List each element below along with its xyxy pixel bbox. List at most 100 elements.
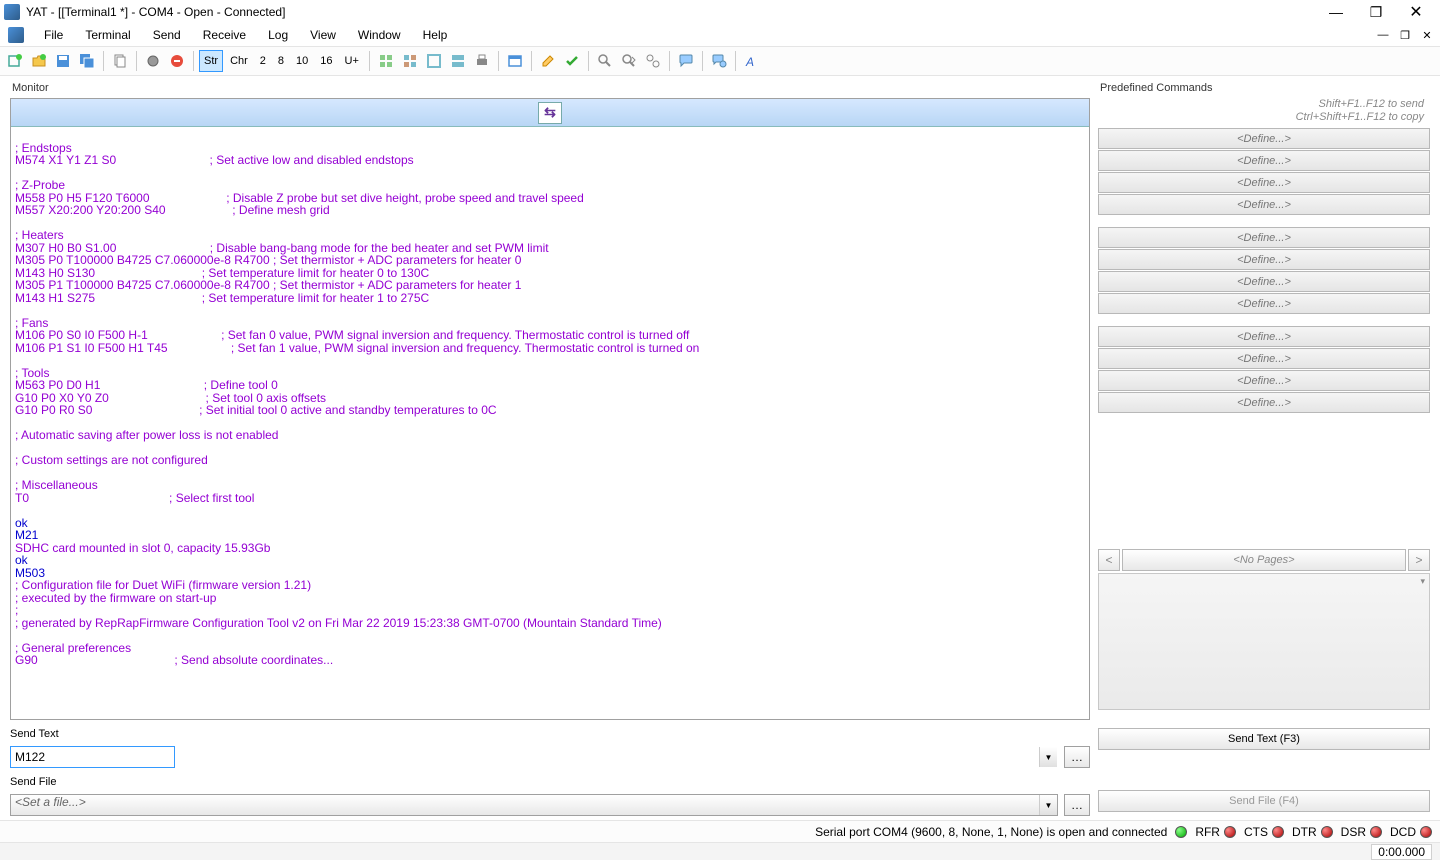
menu-help[interactable]: Help: [413, 26, 458, 44]
define-list: <Define...> <Define...> <Define...> <Def…: [1098, 128, 1430, 413]
led-red-icon: [1272, 826, 1284, 838]
record-icon[interactable]: [142, 50, 164, 72]
pager-next-button[interactable]: >: [1408, 549, 1430, 571]
check-icon[interactable]: [561, 50, 583, 72]
define-button-7[interactable]: <Define...>: [1098, 271, 1430, 292]
predefined-label: Predefined Commands: [1098, 80, 1430, 98]
monitor-output[interactable]: ; EndstopsM574 X1 Y1 Z1 S0 ; Set active …: [11, 127, 1089, 719]
tb-grid2-icon[interactable]: [399, 50, 421, 72]
status-dcd: DCD: [1388, 825, 1434, 839]
define-button-3[interactable]: <Define...>: [1098, 172, 1430, 193]
new-terminal-icon[interactable]: [4, 50, 26, 72]
radix-10-button[interactable]: 10: [291, 50, 313, 72]
menu-send[interactable]: Send: [143, 26, 191, 44]
menu-log[interactable]: Log: [258, 26, 298, 44]
define-button-11[interactable]: <Define...>: [1098, 370, 1430, 391]
toolbar: Str Chr 2 8 10 16 U+ A: [0, 46, 1440, 76]
menu-window[interactable]: Window: [348, 26, 411, 44]
window-title: YAT - [[Terminal1 *] - COM4 - Open - Con…: [26, 5, 1316, 19]
send-text-dropdown-icon[interactable]: ▼: [1039, 747, 1057, 767]
font-icon[interactable]: A: [741, 50, 763, 72]
menu-view[interactable]: View: [300, 26, 346, 44]
monitor-label: Monitor: [10, 80, 1090, 98]
tb-grid3-icon[interactable]: [423, 50, 445, 72]
send-file-label: Send File: [10, 774, 1090, 790]
define-button-6[interactable]: <Define...>: [1098, 249, 1430, 270]
led-red-icon: [1420, 826, 1432, 838]
print-icon[interactable]: [471, 50, 493, 72]
stop-icon[interactable]: [166, 50, 188, 72]
menubar: File Terminal Send Receive Log View Wind…: [0, 24, 1440, 46]
radix-str-button[interactable]: Str: [199, 50, 223, 72]
send-text-input[interactable]: [10, 746, 175, 768]
open-terminal-icon[interactable]: [28, 50, 50, 72]
status-led-conn: [1171, 826, 1189, 838]
radix-16-button[interactable]: 16: [315, 50, 337, 72]
app-icon-small: [8, 27, 24, 43]
send-text-more-button[interactable]: …: [1064, 746, 1090, 768]
radix-8-button[interactable]: 8: [273, 50, 289, 72]
pager-prev-button[interactable]: <: [1098, 549, 1120, 571]
find-icon[interactable]: [594, 50, 616, 72]
radix-uplus-button[interactable]: U+: [340, 50, 364, 72]
mdi-close-button[interactable]: ✕: [1418, 26, 1436, 44]
define-button-1[interactable]: <Define...>: [1098, 128, 1430, 149]
bubble1-icon[interactable]: [675, 50, 697, 72]
send-file-dropdown-icon[interactable]: ▼: [1039, 795, 1057, 815]
radix-chr-button[interactable]: Chr: [225, 50, 253, 72]
monitor-panel: ⇆ ; EndstopsM574 X1 Y1 Z1 S0 ; Set activ…: [10, 98, 1090, 720]
right-pane: Predefined Commands Shift+F1..F12 to sen…: [1094, 76, 1440, 820]
close-button[interactable]: ✕: [1396, 0, 1436, 24]
status-dtr: DTR: [1290, 825, 1335, 839]
maximize-button[interactable]: ❐: [1356, 0, 1396, 24]
led-red-icon: [1321, 826, 1333, 838]
bubble2-icon[interactable]: [708, 50, 730, 72]
statusbar: Serial port COM4 (9600, 8, None, 1, None…: [0, 820, 1440, 842]
radix-2-button[interactable]: 2: [255, 50, 271, 72]
save-icon[interactable]: [52, 50, 74, 72]
pager: < <No Pages> >: [1098, 549, 1430, 571]
tb-grid1-icon[interactable]: [375, 50, 397, 72]
status-text: Serial port COM4 (9600, 8, None, 1, None…: [815, 825, 1167, 839]
mdi-minimize-button[interactable]: —: [1374, 26, 1392, 44]
send-file-input[interactable]: <Set a file...>: [10, 794, 1058, 816]
monitor-toolbar: ⇆: [11, 99, 1089, 127]
define-button-10[interactable]: <Define...>: [1098, 348, 1430, 369]
find-next-icon[interactable]: [618, 50, 640, 72]
app-icon: [4, 4, 20, 20]
status-cts: CTS: [1242, 825, 1286, 839]
titlebar: YAT - [[Terminal1 *] - COM4 - Open - Con…: [0, 0, 1440, 24]
tb-grid4-icon[interactable]: [447, 50, 469, 72]
timebar: 0:00.000: [0, 842, 1440, 860]
svg-text:A: A: [745, 55, 754, 69]
menu-file[interactable]: File: [34, 26, 73, 44]
status-rfr: RFR: [1193, 825, 1238, 839]
find-all-icon[interactable]: [642, 50, 664, 72]
tb-window-icon[interactable]: [504, 50, 526, 72]
monitor-output-wrap: ; EndstopsM574 X1 Y1 Z1 S0 ; Set active …: [11, 127, 1089, 719]
hint-copy: Ctrl+Shift+F1..F12 to copy: [1098, 111, 1430, 124]
hint-send: Shift+F1..F12 to send: [1098, 98, 1430, 111]
define-button-12[interactable]: <Define...>: [1098, 392, 1430, 413]
led-red-icon: [1224, 826, 1236, 838]
send-file-browse-button[interactable]: …: [1064, 794, 1090, 816]
copy-icon[interactable]: [109, 50, 131, 72]
define-button-9[interactable]: <Define...>: [1098, 326, 1430, 347]
define-button-4[interactable]: <Define...>: [1098, 194, 1430, 215]
send-text-button[interactable]: Send Text (F3): [1098, 728, 1430, 750]
define-button-2[interactable]: <Define...>: [1098, 150, 1430, 171]
led-red-icon: [1370, 826, 1382, 838]
edit-icon[interactable]: [537, 50, 559, 72]
define-button-8[interactable]: <Define...>: [1098, 293, 1430, 314]
menu-terminal[interactable]: Terminal: [75, 26, 140, 44]
swap-icon[interactable]: ⇆: [538, 102, 562, 124]
main-area: Monitor ⇆ ; EndstopsM574 X1 Y1 Z1 S0 ; S…: [0, 76, 1440, 820]
menu-receive[interactable]: Receive: [193, 26, 256, 44]
send-file-button[interactable]: Send File (F4): [1098, 790, 1430, 812]
save-all-icon[interactable]: [76, 50, 98, 72]
mdi-restore-button[interactable]: ❐: [1396, 26, 1414, 44]
left-pane: Monitor ⇆ ; EndstopsM574 X1 Y1 Z1 S0 ; S…: [0, 76, 1094, 820]
define-button-5[interactable]: <Define...>: [1098, 227, 1430, 248]
minimize-button[interactable]: —: [1316, 0, 1356, 24]
pager-dropdown[interactable]: [1098, 573, 1430, 711]
